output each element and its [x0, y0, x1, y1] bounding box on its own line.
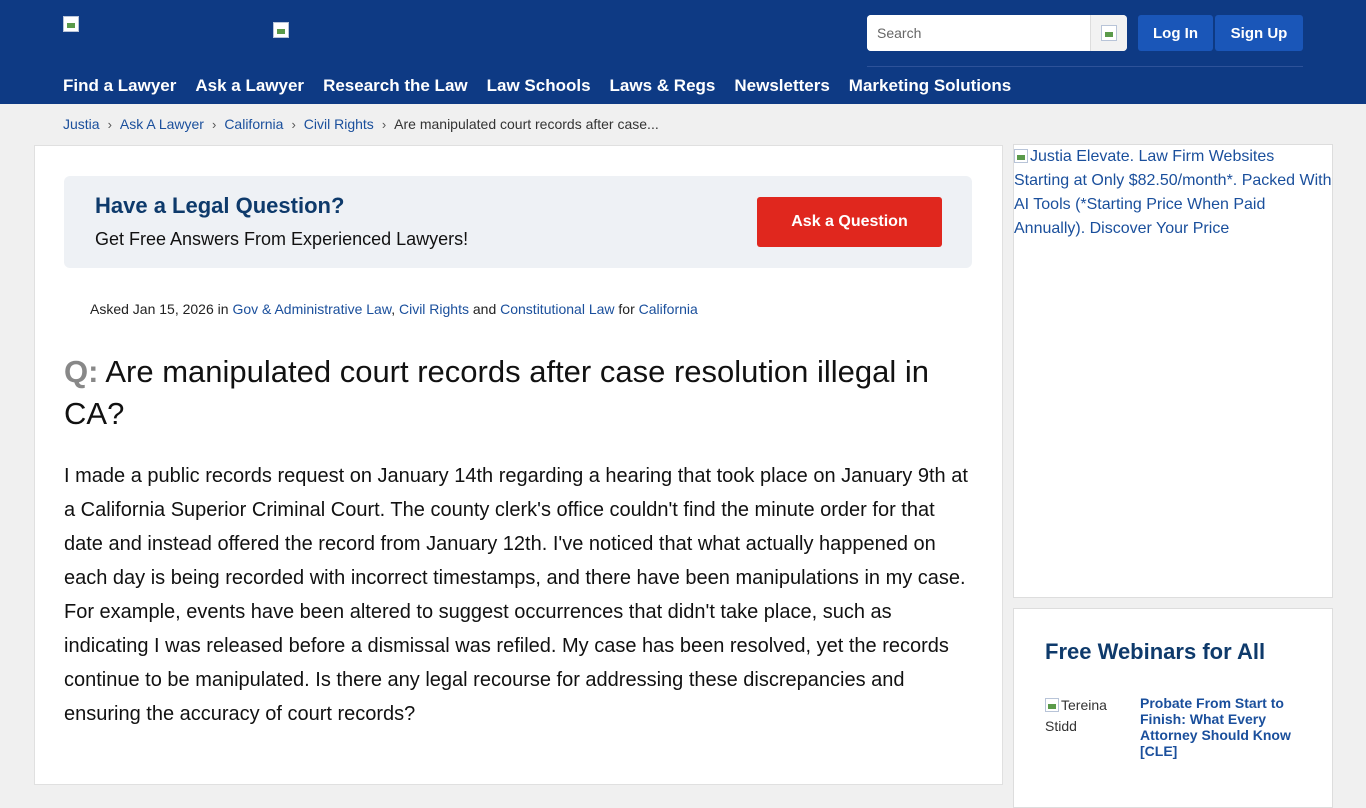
nav-newsletters[interactable]: Newsletters	[734, 76, 829, 96]
breadcrumb-separator-icon: ›	[211, 116, 217, 132]
asked-date: Asked Jan 15, 2026 in	[90, 301, 229, 317]
question-meta: Asked Jan 15, 2026 in Gov & Administrati…	[90, 301, 698, 317]
category-civil-rights[interactable]: Civil Rights	[399, 301, 469, 317]
main-nav: Find a Lawyer Ask a Lawyer Research the …	[63, 76, 1030, 96]
meta-for: for	[618, 301, 635, 317]
nav-research-the-law[interactable]: Research the Law	[323, 76, 468, 96]
category-constitutional-law[interactable]: Constitutional Law	[500, 301, 614, 317]
breadcrumb-ask-a-lawyer[interactable]: Ask A Lawyer	[120, 116, 204, 132]
nav-marketing-solutions[interactable]: Marketing Solutions	[849, 76, 1011, 96]
question-panel: Have a Legal Question? Get Free Answers …	[34, 145, 1003, 785]
nav-law-schools[interactable]: Law Schools	[487, 76, 591, 96]
search-input[interactable]	[867, 15, 1090, 51]
webinars-panel: Free Webinars for All Tereina Stidd Prob…	[1013, 608, 1333, 808]
category-gov-admin-law[interactable]: Gov & Administrative Law	[232, 301, 391, 317]
question-body: I made a public records request on Janua…	[64, 465, 968, 725]
breadcrumb-justia[interactable]: Justia	[63, 116, 100, 132]
logo-image-icon	[63, 16, 79, 32]
breadcrumb-current: Are manipulated court records after case…	[394, 116, 659, 132]
signup-button[interactable]: Sign Up	[1215, 15, 1303, 51]
presenter-image-icon	[1045, 698, 1059, 712]
breadcrumb-separator-icon: ›	[291, 116, 296, 132]
meta-and: and	[472, 301, 497, 317]
search-bar	[867, 15, 1127, 51]
breadcrumb-civil-rights[interactable]: Civil Rights	[304, 116, 374, 132]
justia-logo[interactable]	[63, 16, 79, 32]
search-icon	[1101, 25, 1117, 41]
webinars-title: Free Webinars for All	[1045, 639, 1266, 664]
breadcrumb: Justia › Ask A Lawyer › California › Civ…	[63, 116, 659, 132]
nav-laws-regs[interactable]: Laws & Regs	[610, 76, 716, 96]
breadcrumb-separator-icon: ›	[381, 116, 387, 132]
question-title-text: Are manipulated court records after case…	[64, 354, 929, 431]
ad-image-icon	[1014, 149, 1028, 163]
breadcrumb-california[interactable]: California	[224, 116, 283, 132]
question-label: Q:	[64, 354, 99, 389]
banner-title: Have a Legal Question?	[95, 193, 345, 218]
banner-subtitle: Get Free Answers From Experienced Lawyer…	[95, 229, 469, 249]
webinar-link[interactable]: Probate From Start to Finish: What Every…	[1140, 695, 1310, 759]
ad-link[interactable]: Justia Elevate. Law Firm Websites Starti…	[1014, 145, 1332, 241]
question-title: Q: Are manipulated court records after c…	[64, 351, 974, 435]
ask-question-banner: Have a Legal Question? Get Free Answers …	[64, 176, 972, 268]
state-california[interactable]: California	[639, 301, 698, 317]
site-header: Log In Sign Up Find a Lawyer Ask a Lawye…	[0, 0, 1366, 104]
nav-ask-a-lawyer[interactable]: Ask a Lawyer	[195, 76, 304, 96]
header-divider	[867, 66, 1303, 67]
webinar-presenter-image: Tereina Stidd	[1045, 695, 1135, 737]
ad-text: Justia Elevate. Law Firm Websites Starti…	[1014, 148, 1332, 237]
meta-comma: ,	[391, 301, 396, 317]
nav-find-a-lawyer[interactable]: Find a Lawyer	[63, 76, 176, 96]
sidebar-ad: Justia Elevate. Law Firm Websites Starti…	[1013, 144, 1333, 598]
logo-image-icon	[273, 22, 289, 38]
ask-question-button[interactable]: Ask a Question	[757, 197, 942, 247]
breadcrumb-separator-icon: ›	[107, 116, 112, 132]
search-button[interactable]	[1090, 15, 1127, 51]
secondary-logo[interactable]	[273, 22, 289, 38]
login-button[interactable]: Log In	[1138, 15, 1213, 51]
